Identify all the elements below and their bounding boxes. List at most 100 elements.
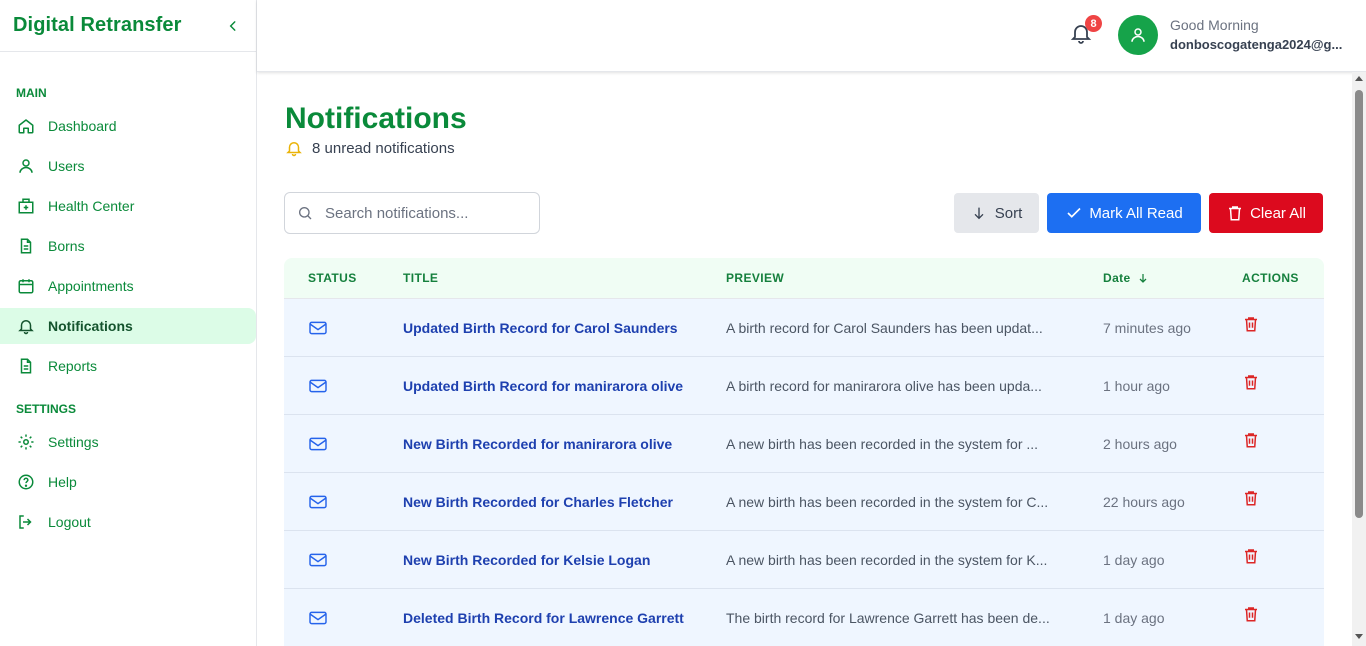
- delete-button[interactable]: [1242, 353, 1260, 411]
- brand-title: Digital Retransfer: [13, 14, 182, 36]
- sidebar: Digital Retransfer MAIN Dashboard Users …: [0, 0, 257, 646]
- notification-date: 1 hour ago: [1103, 378, 1170, 394]
- notification-count-badge: 8: [1085, 15, 1102, 32]
- mark-all-read-button[interactable]: Mark All Read: [1047, 193, 1201, 233]
- table-row[interactable]: Updated Birth Record for Carol Saunders …: [284, 299, 1324, 357]
- trash-icon: [1245, 607, 1257, 622]
- sidebar-item-reports[interactable]: Reports: [0, 348, 256, 384]
- clear-all-label: Clear All: [1250, 204, 1306, 222]
- trash-icon: [1245, 317, 1257, 332]
- delete-button[interactable]: [1242, 411, 1260, 469]
- section-label-main: MAIN: [16, 86, 47, 100]
- logout-icon: [16, 512, 36, 532]
- search-input[interactable]: [325, 204, 525, 222]
- help-icon: [16, 472, 36, 492]
- hospital-icon: [16, 196, 36, 216]
- sidebar-item-label: Health Center: [48, 198, 135, 214]
- document-icon: [16, 236, 36, 256]
- scroll-up-arrow-icon[interactable]: [1355, 76, 1363, 81]
- notification-title[interactable]: New Birth Recorded for Kelsie Logan: [403, 531, 650, 589]
- trash-icon: [1245, 375, 1257, 390]
- sidebar-item-label: Notifications: [48, 318, 133, 334]
- page-scrollbar[interactable]: [1352, 72, 1366, 646]
- mail-icon: [308, 531, 328, 589]
- scroll-down-arrow-icon[interactable]: [1355, 634, 1363, 639]
- arrow-down-icon: [971, 204, 989, 222]
- notification-title[interactable]: Updated Birth Record for Carol Saunders: [403, 299, 678, 357]
- table-header: STATUS TITLE PREVIEW Date ACTIONS: [284, 258, 1324, 299]
- header-title: TITLE: [403, 271, 439, 285]
- header-preview: PREVIEW: [726, 271, 785, 285]
- notification-preview: A new birth has been recorded in the sys…: [726, 494, 1049, 510]
- sidebar-item-notifications[interactable]: Notifications: [0, 308, 256, 344]
- sidebar-item-label: Settings: [48, 434, 99, 450]
- brand-header: Digital Retransfer: [0, 0, 256, 52]
- notification-preview: The birth record for Lawrence Garrett ha…: [726, 610, 1050, 626]
- unread-summary: 8 unread notifications: [285, 139, 455, 157]
- report-icon: [16, 356, 36, 376]
- trash-icon: [1226, 204, 1244, 222]
- sidebar-item-label: Dashboard: [48, 118, 117, 134]
- table-row[interactable]: Deleted Birth Record for Lawrence Garret…: [284, 589, 1324, 646]
- header-actions: ACTIONS: [1242, 271, 1299, 285]
- arrow-down-icon: [1139, 274, 1147, 283]
- user-icon: [16, 156, 36, 176]
- avatar[interactable]: [1118, 15, 1158, 55]
- main-content: Notifications 8 unread notifications Sor…: [257, 72, 1352, 646]
- collapse-sidebar-button[interactable]: [223, 16, 243, 36]
- mail-icon: [308, 473, 328, 531]
- sidebar-item-logout[interactable]: Logout: [0, 504, 256, 540]
- sidebar-item-label: Help: [48, 474, 77, 490]
- sidebar-item-dashboard[interactable]: Dashboard: [0, 108, 256, 144]
- table-row[interactable]: New Birth Recorded for Charles Fletcher …: [284, 473, 1324, 531]
- search-icon: [299, 207, 312, 220]
- delete-button[interactable]: [1242, 295, 1260, 353]
- sidebar-item-settings[interactable]: Settings: [0, 424, 256, 460]
- notification-date: 2 hours ago: [1103, 436, 1177, 452]
- header-date-sort[interactable]: Date: [1103, 271, 1149, 285]
- mail-icon: [308, 415, 328, 473]
- header-date: Date: [1103, 271, 1131, 285]
- notification-preview: A new birth has been recorded in the sys…: [726, 436, 1039, 452]
- sidebar-item-users[interactable]: Users: [0, 148, 256, 184]
- sidebar-item-health-center[interactable]: Health Center: [0, 188, 256, 224]
- sidebar-item-borns[interactable]: Borns: [0, 228, 256, 264]
- table-row[interactable]: Updated Birth Record for manirarora oliv…: [284, 357, 1324, 415]
- unread-count-text: 8 unread notifications: [312, 139, 455, 157]
- notification-title[interactable]: Deleted Birth Record for Lawrence Garret…: [403, 589, 684, 646]
- scroll-thumb[interactable]: [1355, 90, 1363, 518]
- top-header: 8 Good Morning donboscogatenga2024@g...: [257, 0, 1366, 72]
- notification-title[interactable]: Updated Birth Record for manirarora oliv…: [403, 357, 683, 415]
- home-icon: [16, 116, 36, 136]
- notification-date: 1 day ago: [1103, 610, 1165, 626]
- section-label-settings: SETTINGS: [16, 402, 77, 416]
- search-box: [284, 192, 540, 234]
- notification-date: 1 day ago: [1103, 552, 1165, 568]
- notification-title[interactable]: New Birth Recorded for manirarora olive: [403, 415, 672, 473]
- notification-preview: A birth record for Carol Saunders has be…: [726, 320, 1043, 336]
- page-title: Notifications: [285, 102, 467, 135]
- mail-icon: [308, 357, 328, 415]
- delete-button[interactable]: [1242, 585, 1260, 643]
- sidebar-item-help[interactable]: Help: [0, 464, 256, 500]
- sort-button[interactable]: Sort: [954, 193, 1039, 233]
- clear-all-button[interactable]: Clear All: [1209, 193, 1323, 233]
- greeting-text: Good Morning: [1170, 17, 1259, 33]
- mail-icon: [308, 589, 328, 646]
- sidebar-item-label: Reports: [48, 358, 98, 374]
- bell-icon: [285, 139, 303, 157]
- user-icon: [1131, 28, 1145, 42]
- delete-button[interactable]: [1242, 469, 1260, 527]
- sidebar-item-appointments[interactable]: Appointments: [0, 268, 256, 304]
- delete-button[interactable]: [1242, 527, 1260, 585]
- notifications-bell-button[interactable]: 8: [1069, 15, 1102, 48]
- notification-title[interactable]: New Birth Recorded for Charles Fletcher: [403, 473, 673, 531]
- calendar-icon: [16, 276, 36, 296]
- header-status: STATUS: [308, 271, 357, 285]
- table-row[interactable]: New Birth Recorded for Kelsie Logan A ne…: [284, 531, 1324, 589]
- table-row[interactable]: New Birth Recorded for manirarora olive …: [284, 415, 1324, 473]
- chevron-left-icon: [229, 20, 236, 31]
- sidebar-item-label: Appointments: [48, 278, 134, 294]
- bell-icon: [16, 316, 36, 336]
- gear-icon: [16, 432, 36, 452]
